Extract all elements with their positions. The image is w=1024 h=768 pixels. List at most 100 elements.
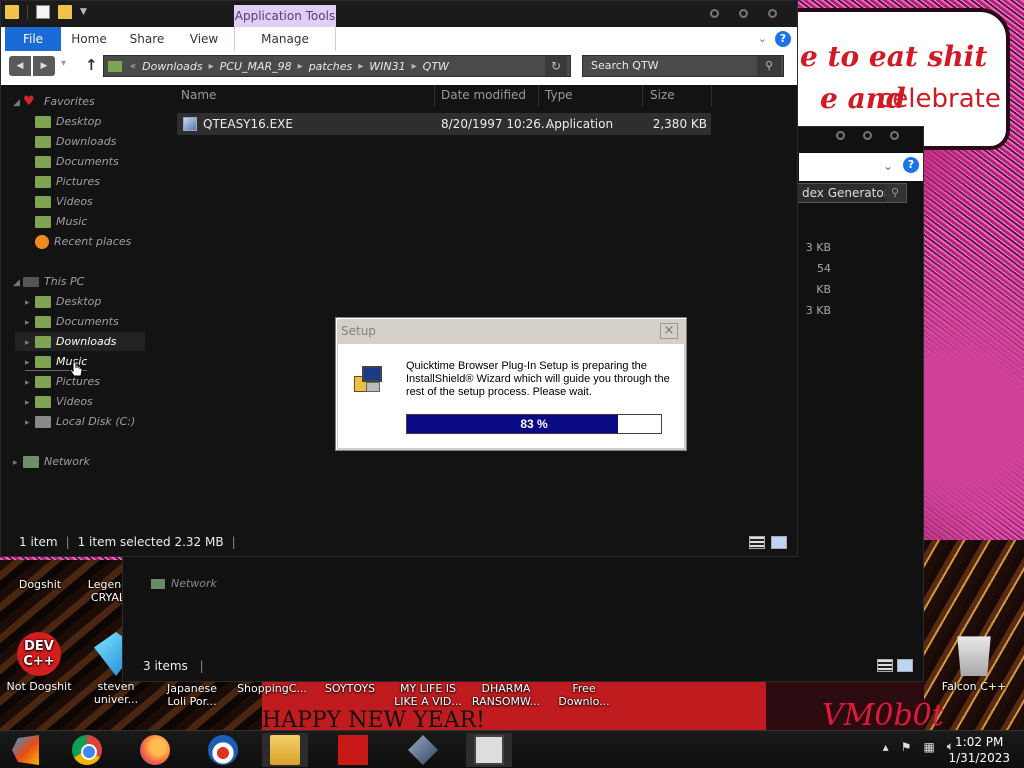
title-bar[interactable]: ▼ Application Tools xyxy=(1,1,797,27)
large-icons-view-icon[interactable] xyxy=(771,536,787,549)
taskbar-diamond-app[interactable] xyxy=(400,733,446,767)
breadcrumb-win31[interactable]: WIN31 xyxy=(369,60,405,73)
help-icon[interactable]: ? xyxy=(903,157,919,173)
help-icon[interactable]: ? xyxy=(775,31,791,47)
desktop-icon-japanese[interactable]: Japanese Loli Por... xyxy=(156,682,228,708)
nav-this-pc[interactable]: ◢ This PC xyxy=(13,273,84,291)
nav-fav-music[interactable]: Music xyxy=(35,213,87,231)
tab-home[interactable]: Home xyxy=(63,27,115,51)
tab-manage[interactable]: Manage xyxy=(234,27,336,51)
column-header-type[interactable]: Type xyxy=(543,85,643,107)
nav-network[interactable]: Network xyxy=(151,577,217,590)
nav-pc-pictures[interactable]: ▸ Pictures xyxy=(25,373,100,391)
close-icon[interactable] xyxy=(768,9,777,18)
chevron-down-icon[interactable]: ⌄ xyxy=(883,159,893,173)
nav-favorites[interactable]: ◢ ♥ Favorites xyxy=(13,93,95,111)
nav-fav-desktop[interactable]: Desktop xyxy=(35,113,101,131)
desktop-icon-shopping[interactable]: ShoppingC... xyxy=(236,682,308,695)
forward-button[interactable]: ▶ xyxy=(33,56,55,76)
taskbar-chrome[interactable] xyxy=(64,733,110,767)
nav-pc-local-disk[interactable]: ▸ Local Disk (C:) xyxy=(25,413,135,431)
show-hidden-icons-icon[interactable]: ▴ xyxy=(883,740,889,754)
explorer-window[interactable]: ▼ Application Tools File Home Share View… xyxy=(0,0,798,557)
taskbar-red-app[interactable] xyxy=(330,733,376,767)
large-icons-view-icon[interactable] xyxy=(897,659,913,672)
nav-favorites-label: Favorites xyxy=(44,95,95,108)
expand-icon[interactable]: ▸ xyxy=(25,374,35,392)
recent-locations-icon[interactable]: ▾ xyxy=(61,58,66,69)
column-header-name[interactable]: Name xyxy=(179,85,435,107)
desktop-icon-free-download[interactable]: Free Downlo... xyxy=(548,682,620,708)
breadcrumb-overflow[interactable]: « xyxy=(130,61,136,72)
maximize-icon[interactable] xyxy=(739,9,748,18)
maximize-icon[interactable] xyxy=(863,131,872,140)
desktop-icon-soytoys[interactable]: SOYTOYS xyxy=(314,682,386,695)
breadcrumb-pcu-mar-98[interactable]: PCU_MAR_98 xyxy=(220,60,292,73)
search-icon[interactable]: ⚲ xyxy=(757,56,781,76)
desktop-icon-dharma[interactable]: DHARMA RANSOMW... xyxy=(470,682,542,708)
nav-network[interactable]: ▸ Network xyxy=(13,453,90,471)
taskbar-firefox[interactable] xyxy=(132,733,178,767)
breadcrumb-patches[interactable]: patches xyxy=(309,60,353,73)
file-row[interactable]: QTEASY16.EXE 8/20/1997 10:26... Applicat… xyxy=(177,113,711,135)
desktop-icon-label: Dogshit xyxy=(18,578,62,591)
taskbar-file-explorer[interactable] xyxy=(262,733,308,767)
tab-file[interactable]: File xyxy=(5,27,61,51)
address-bar[interactable]: « Downloads ▸ PCU_MAR_98 ▸ patches ▸ WIN31 ▸… xyxy=(103,55,571,77)
breadcrumb-qtw[interactable]: QTW xyxy=(423,60,449,73)
collapse-icon[interactable]: ◢ xyxy=(13,94,23,112)
nav-fav-videos[interactable]: Videos xyxy=(35,193,93,211)
nav-pc-downloads[interactable]: ▸ Downloads xyxy=(25,333,116,351)
up-arrow-icon[interactable]: ↑ xyxy=(85,56,98,74)
search-input[interactable]: Search QTW xyxy=(582,55,784,77)
dialog-title-bar[interactable]: Setup × xyxy=(338,320,684,342)
back-button[interactable]: ◀ xyxy=(9,56,31,76)
minimize-icon[interactable] xyxy=(836,131,845,140)
nav-fav-recent-places[interactable]: Recent places xyxy=(35,233,131,251)
nav-pc-desktop[interactable]: ▸ Desktop xyxy=(25,293,101,311)
column-header-date[interactable]: Date modified xyxy=(439,85,539,107)
column-header-size[interactable]: Size xyxy=(648,85,712,107)
nav-pc-documents[interactable]: ▸ Documents xyxy=(25,313,119,331)
setup-dialog[interactable]: Setup × Quicktime Browser Plug-In Setup … xyxy=(335,317,687,451)
minimize-icon[interactable] xyxy=(710,9,719,18)
details-view-icon[interactable] xyxy=(749,536,765,549)
expand-ribbon-icon[interactable]: ⌄ xyxy=(758,32,767,45)
desktop-icon-my-life[interactable]: MY LIFE IS LIKE A VID... xyxy=(392,682,464,708)
expand-icon[interactable]: ▸ xyxy=(25,294,35,312)
taskbar-setup[interactable] xyxy=(466,733,512,767)
new-folder-icon[interactable] xyxy=(58,5,72,19)
close-icon[interactable] xyxy=(890,131,899,140)
properties-icon[interactable] xyxy=(36,5,50,19)
taskbar-app-obama[interactable] xyxy=(200,733,246,767)
nav-fav-downloads[interactable]: Downloads xyxy=(35,133,116,151)
details-view-icon[interactable] xyxy=(877,659,893,672)
expand-icon[interactable]: ▸ xyxy=(25,354,35,372)
tab-view[interactable]: View xyxy=(177,27,231,51)
collapse-icon[interactable]: ◢ xyxy=(13,274,23,292)
expand-icon[interactable]: ▸ xyxy=(25,414,35,432)
nav-label: Documents xyxy=(56,155,119,168)
start-button[interactable] xyxy=(4,733,50,767)
refresh-icon[interactable]: ↻ xyxy=(545,56,567,76)
desktop-icon-not-dogshit[interactable]: DEV C++ Not Dogshit xyxy=(3,632,75,693)
clock[interactable]: 1:02 PM 1/31/2023 xyxy=(948,734,1010,766)
network-tray-icon[interactable]: ▦ xyxy=(923,740,934,754)
nav-fav-documents[interactable]: Documents xyxy=(35,153,119,171)
customize-toolbar-icon[interactable]: ▼ xyxy=(80,7,87,17)
start-icon xyxy=(12,735,39,765)
desktop-icon-dogshit[interactable]: Dogshit xyxy=(4,578,76,591)
expand-icon[interactable]: ▸ xyxy=(25,314,35,332)
expand-icon[interactable]: ▸ xyxy=(25,334,35,352)
expand-icon[interactable]: ▸ xyxy=(25,394,35,412)
nav-fav-pictures[interactable]: Pictures xyxy=(35,173,100,191)
expand-icon[interactable]: ▸ xyxy=(13,454,23,472)
tab-share[interactable]: Share xyxy=(119,27,175,51)
nav-pc-videos[interactable]: ▸ Videos xyxy=(25,393,93,411)
action-center-flag-icon[interactable]: ⚑ xyxy=(901,740,912,754)
breadcrumb-downloads[interactable]: Downloads xyxy=(142,60,202,73)
close-icon[interactable]: × xyxy=(660,323,678,339)
search-icon[interactable]: ⚲ xyxy=(885,184,905,202)
wallpaper-text-line1: e to eat shit xyxy=(800,40,988,73)
desktop-icon-falcon-cpp[interactable]: Falcon C++ xyxy=(938,632,1010,693)
